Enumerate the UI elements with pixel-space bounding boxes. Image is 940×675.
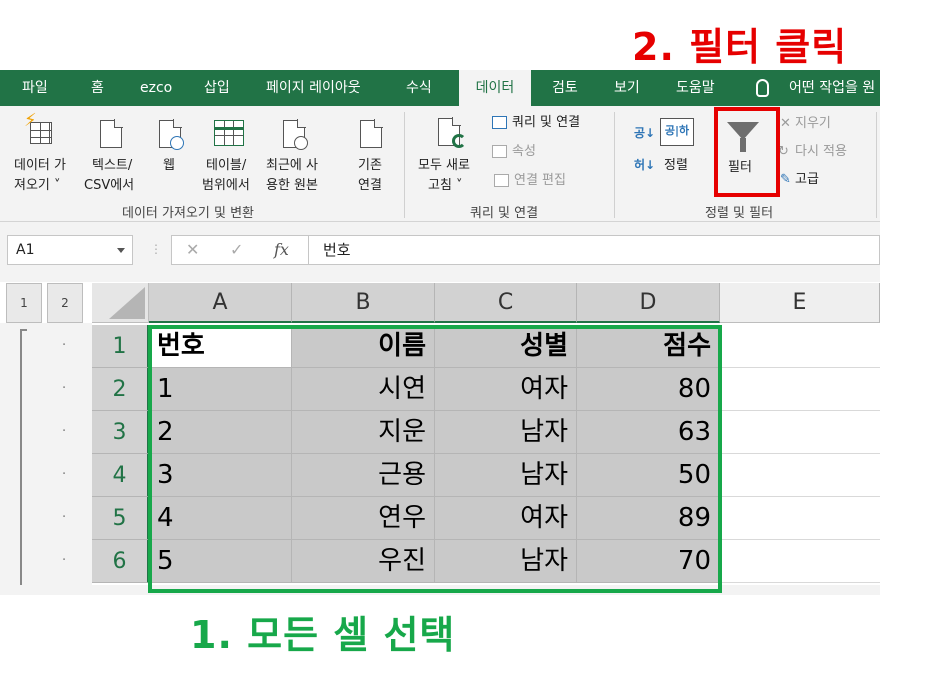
tell-me-search[interactable]: 어떤 작업을 원 (789, 70, 875, 106)
ribbon-tab-bar: 파일 홈 ezco 삽입 페이지 레이아웃 수식 데이터 검토 보기 도움말 어… (0, 70, 880, 106)
row-header[interactable]: 5 (92, 497, 149, 540)
properties-label: 속성 (512, 144, 536, 159)
existing-connections-label: 기존 (358, 158, 382, 173)
enter-icon[interactable]: ✓ (230, 240, 243, 259)
tab-review[interactable]: 검토 (552, 70, 578, 106)
clear-icon: ✕ (780, 116, 791, 131)
group-label-get-transform: 데이터 가져오기 및 변환 (122, 206, 254, 221)
from-table-label-2: 범위에서 (202, 178, 250, 193)
row-header[interactable]: 6 (92, 540, 149, 583)
properties-icon (492, 145, 507, 158)
outline-dot: · (62, 424, 67, 439)
selection-highlight-box (148, 325, 722, 593)
group-separator (876, 112, 877, 218)
cancel-icon[interactable]: ✕ (186, 240, 199, 259)
connections-file-icon (360, 119, 383, 148)
from-text-label-2: CSV에서 (84, 178, 135, 193)
edit-links-label: 연결 편집 (514, 173, 566, 188)
tab-help[interactable]: 도움말 (676, 70, 715, 106)
step-1-annotation: 1. 모든 셀 선택 (190, 613, 456, 657)
chevron-down-icon[interactable] (117, 248, 125, 253)
lightbulb-icon (756, 79, 769, 97)
filter-highlight-box (714, 107, 780, 197)
clock-icon (294, 136, 308, 150)
step-2-annotation: 2. 필터 클릭 (632, 25, 848, 69)
sort-descending-icon[interactable]: 허↓ (634, 156, 655, 173)
insert-function-icon[interactable]: fx (274, 240, 289, 259)
clear-label: 지우기 (795, 116, 831, 131)
queries-icon (492, 116, 507, 129)
refresh-all-label-2: 고침 ˅ (428, 178, 463, 193)
reapply-label: 다시 적용 (795, 144, 847, 159)
refresh-icon (452, 134, 466, 148)
text-file-icon (100, 119, 123, 148)
from-text-label: 텍스트/ (92, 158, 133, 173)
cell-e3[interactable] (720, 411, 880, 454)
globe-icon (170, 136, 184, 150)
advanced-label: 고급 (795, 172, 819, 187)
web-label: 웹 (163, 158, 175, 173)
sort-ascending-icon[interactable]: 공↓ (634, 124, 655, 141)
column-header-c[interactable]: C (435, 283, 577, 323)
tab-page-layout[interactable]: 페이지 레이아웃 (266, 70, 361, 106)
sort-label: 정렬 (664, 158, 688, 173)
get-data-label: 데이터 가 (14, 158, 66, 173)
group-label-queries: 쿼리 및 연결 (470, 206, 539, 221)
sort-icon: 공|하 (660, 118, 694, 146)
recent-sources-label: 최근에 사 (266, 158, 318, 173)
group-separator (404, 112, 405, 218)
group-separator (614, 112, 615, 218)
formula-input[interactable]: 번호 (309, 235, 880, 265)
existing-connections-label-2: 연결 (358, 178, 382, 193)
name-box-value: A1 (16, 242, 35, 258)
get-data-label-2: 져오기 ˅ (14, 178, 61, 193)
tab-file[interactable]: 파일 (22, 70, 48, 106)
cell-e4[interactable] (720, 454, 880, 497)
outline-level-2-button[interactable]: 2 (47, 283, 83, 323)
cell-e2[interactable] (720, 368, 880, 411)
column-header-d[interactable]: D (577, 283, 720, 323)
outline-level-1-button[interactable]: 1 (6, 283, 42, 323)
outline-dot: · (62, 338, 67, 353)
cell-e1[interactable] (720, 325, 880, 368)
table-icon (214, 120, 244, 146)
formula-controls: ✕ ✓ fx (171, 235, 309, 265)
outline-dot: · (62, 510, 67, 525)
formula-bar: A1 ⋮ ✕ ✓ fx 번호 (0, 222, 880, 282)
tab-view[interactable]: 보기 (614, 70, 640, 106)
tab-data[interactable]: 데이터 (459, 70, 531, 106)
outline-dot: · (62, 553, 67, 568)
refresh-all-label: 모두 새로 (418, 158, 470, 173)
group-label-sort-filter: 정렬 및 필터 (705, 206, 774, 221)
outline-group-bracket[interactable] (20, 329, 27, 589)
lightning-icon: ⚡ (24, 110, 37, 131)
row-header[interactable]: 1 (92, 325, 149, 368)
column-header-b[interactable]: B (292, 283, 435, 323)
cell-e6[interactable] (720, 540, 880, 583)
row-header[interactable]: 3 (92, 411, 149, 454)
outline-dot: · (62, 381, 67, 396)
column-header-e[interactable]: E (720, 283, 880, 323)
tab-formulas[interactable]: 수식 (406, 70, 432, 106)
select-all-corner[interactable] (92, 283, 149, 323)
from-table-label: 테이블/ (206, 158, 247, 173)
edit-links-icon (494, 174, 509, 187)
tab-insert[interactable]: 삽입 (204, 70, 230, 106)
row-header[interactable]: 2 (92, 368, 149, 411)
outline-gutter (0, 323, 92, 595)
outline-dot: · (62, 467, 67, 482)
recent-sources-label-2: 용한 원본 (266, 178, 318, 193)
name-box[interactable]: A1 (7, 235, 133, 265)
column-header-a[interactable]: A (149, 283, 292, 323)
cell-e5[interactable] (720, 497, 880, 540)
advanced-icon: ✎ (780, 172, 791, 187)
tab-home[interactable]: 홈 (91, 70, 104, 106)
queries-connections-label: 쿼리 및 연결 (512, 115, 581, 130)
tab-ezco[interactable]: ezco (140, 70, 172, 106)
row-header[interactable]: 4 (92, 454, 149, 497)
formula-bar-grip[interactable]: ⋮ (150, 242, 162, 256)
